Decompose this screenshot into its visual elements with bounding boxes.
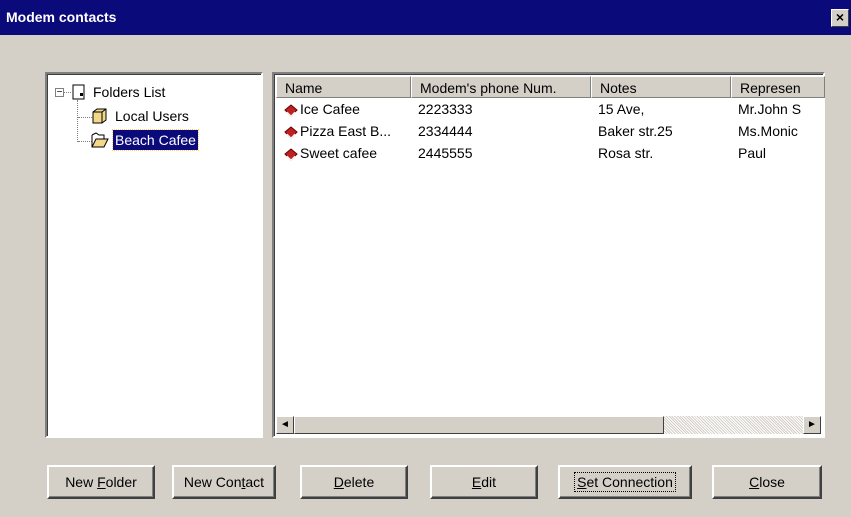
modem-contacts-window: Modem contacts × − Folders List Local Us…	[0, 0, 851, 517]
contact-notes: Baker str.25	[598, 123, 673, 139]
close-button[interactable]: Close	[712, 465, 822, 499]
button-text: lose	[759, 474, 785, 490]
column-header-notes[interactable]: Notes	[591, 76, 731, 98]
column-header-phone[interactable]: Modem's phone Num.	[411, 76, 591, 98]
title-bar: Modem contacts ×	[0, 0, 851, 35]
scroll-right-button[interactable]: ►	[803, 416, 821, 434]
button-text: act	[245, 474, 265, 490]
column-headers: Name Modem's phone Num. Notes Represen	[276, 76, 825, 98]
button-accelerator: C	[749, 474, 760, 490]
button-accelerator: E	[471, 474, 482, 490]
list-row[interactable]: Pizza East B... 2334444 Baker str.25 Ms.…	[276, 120, 821, 142]
contact-notes: 15 Ave,	[598, 101, 645, 117]
button-text: New Con	[183, 474, 242, 490]
set-connection-button[interactable]: Set Connection	[558, 465, 692, 499]
folders-tree[interactable]: − Folders List Local Users Beach Cafee	[45, 72, 263, 438]
contact-icon	[284, 146, 298, 168]
horizontal-scrollbar[interactable]: ◄ ►	[276, 416, 821, 434]
tree-connector	[64, 92, 71, 93]
folder-icon	[91, 107, 109, 130]
edit-button[interactable]: Edit	[430, 465, 538, 499]
computer-icon	[71, 84, 87, 105]
focus-rect: Set Connection	[574, 472, 676, 492]
contact-phone: 2223333	[418, 101, 473, 117]
column-header-name[interactable]: Name	[276, 76, 411, 98]
contact-phone: 2334444	[418, 123, 473, 139]
list-row[interactable]: Sweet cafee 2445555 Rosa str. Paul	[276, 142, 821, 164]
contact-name: Sweet cafee	[300, 145, 378, 161]
window-title: Modem contacts	[6, 9, 117, 25]
collapse-toggle[interactable]: −	[55, 88, 64, 98]
tree-connector	[78, 141, 92, 142]
new-folder-button[interactable]: New Folder	[47, 465, 155, 499]
contact-name: Pizza East B...	[300, 123, 392, 139]
tree-connector	[78, 117, 92, 118]
button-text: New	[65, 474, 98, 490]
button-accelerator: D	[333, 474, 344, 490]
scroll-left-button[interactable]: ◄	[276, 416, 294, 434]
button-text: older	[105, 474, 137, 490]
tree-connector	[77, 100, 78, 142]
tree-root-label: Folders List	[93, 84, 166, 100]
button-text: et Connection	[586, 474, 673, 490]
contact-notes: Rosa str.	[598, 145, 654, 161]
contact-representative: Mr.John S	[738, 101, 802, 117]
tree-item-label: Local Users	[115, 108, 189, 124]
list-row[interactable]: Ice Cafee 2223333 15 Ave, Mr.John S	[276, 98, 821, 120]
open-folder-icon	[91, 131, 109, 154]
scroll-thumb[interactable]	[294, 416, 664, 434]
button-text: elete	[343, 474, 375, 490]
button-text: dit	[481, 474, 497, 490]
delete-button[interactable]: Delete	[300, 465, 408, 499]
contact-phone: 2445555	[418, 145, 473, 161]
contacts-list[interactable]: Name Modem's phone Num. Notes Represen I…	[272, 72, 825, 438]
contact-representative: Paul	[738, 145, 767, 161]
new-contact-button[interactable]: New Contact	[172, 465, 276, 499]
tree-item-label: Beach Cafee	[112, 129, 199, 151]
contact-name: Ice Cafee	[300, 101, 360, 117]
button-accelerator: F	[97, 474, 106, 490]
column-header-representative[interactable]: Represen	[731, 76, 825, 98]
close-window-button[interactable]: ×	[831, 9, 849, 27]
contact-representative: Ms.Monic	[738, 123, 798, 139]
